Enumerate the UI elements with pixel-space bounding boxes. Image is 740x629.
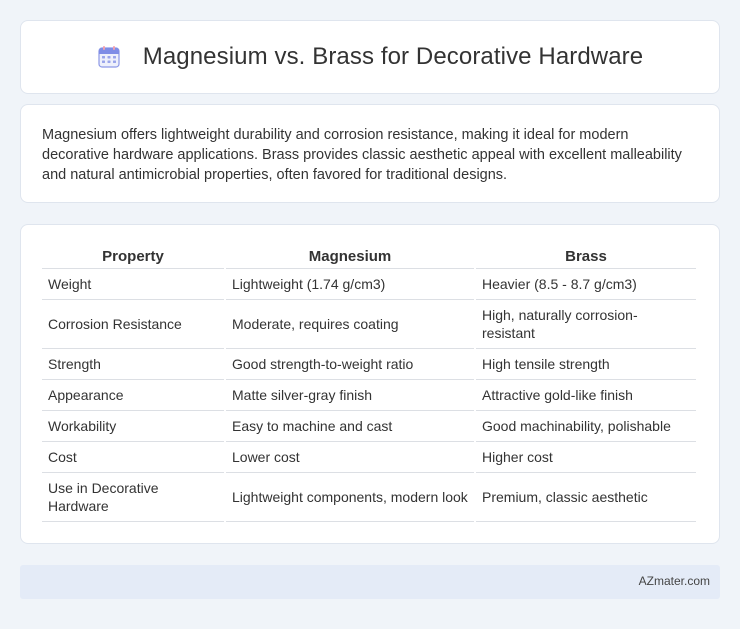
cell-property: Cost <box>42 442 224 473</box>
page-title: Magnesium vs. Brass for Decorative Hardw… <box>142 43 644 70</box>
cell-property: Workability <box>42 411 224 442</box>
cell-brass: Heavier (8.5 - 8.7 g/cm3) <box>476 269 696 300</box>
cell-property: Strength <box>42 349 224 380</box>
table-row: Strength Good strength-to-weight ratio H… <box>42 349 696 380</box>
title-card: Magnesium vs. Brass for Decorative Hardw… <box>20 20 720 94</box>
cell-property: Appearance <box>42 380 224 411</box>
table-row: Weight Lightweight (1.74 g/cm3) Heavier … <box>42 269 696 300</box>
cell-magnesium: Easy to machine and cast <box>226 411 474 442</box>
cell-magnesium: Lower cost <box>226 442 474 473</box>
cell-brass: Attractive gold-like finish <box>476 380 696 411</box>
description-text: Magnesium offers lightweight durability … <box>42 127 682 183</box>
description-card: Magnesium offers lightweight durability … <box>20 104 720 203</box>
table-row: Use in Decorative Hardware Lightweight c… <box>42 473 696 522</box>
cell-brass: Premium, classic aesthetic <box>476 473 696 522</box>
table-header-row: Property Magnesium Brass <box>42 243 696 269</box>
cell-magnesium: Good strength-to-weight ratio <box>226 349 474 380</box>
cell-magnesium: Lightweight (1.74 g/cm3) <box>226 269 474 300</box>
table-row: Workability Easy to machine and cast Goo… <box>42 411 696 442</box>
cell-property: Corrosion Resistance <box>42 300 224 349</box>
footer-brand[interactable]: AZmater.com <box>639 574 710 588</box>
cell-brass: Higher cost <box>476 442 696 473</box>
cell-magnesium: Moderate, requires coating <box>226 300 474 349</box>
header-brass: Brass <box>476 243 696 269</box>
table-row: Cost Lower cost Higher cost <box>42 442 696 473</box>
cell-brass: High, naturally corrosion-resistant <box>476 300 696 349</box>
calendar-icon <box>97 45 121 69</box>
cell-magnesium: Lightweight components, modern look <box>226 473 474 522</box>
header-magnesium: Magnesium <box>226 243 474 269</box>
table-row: Corrosion Resistance Moderate, requires … <box>42 300 696 349</box>
footer-bar: AZmater.com <box>20 565 720 599</box>
cell-magnesium: Matte silver-gray finish <box>226 380 474 411</box>
cell-property: Weight <box>42 269 224 300</box>
comparison-table: Property Magnesium Brass Weight Lightwei… <box>40 243 698 522</box>
comparison-card: Property Magnesium Brass Weight Lightwei… <box>20 224 720 544</box>
table-row: Appearance Matte silver-gray finish Attr… <box>42 380 696 411</box>
header-property: Property <box>42 243 224 269</box>
cell-property: Use in Decorative Hardware <box>42 473 224 522</box>
cell-brass: Good machinability, polishable <box>476 411 696 442</box>
cell-brass: High tensile strength <box>476 349 696 380</box>
